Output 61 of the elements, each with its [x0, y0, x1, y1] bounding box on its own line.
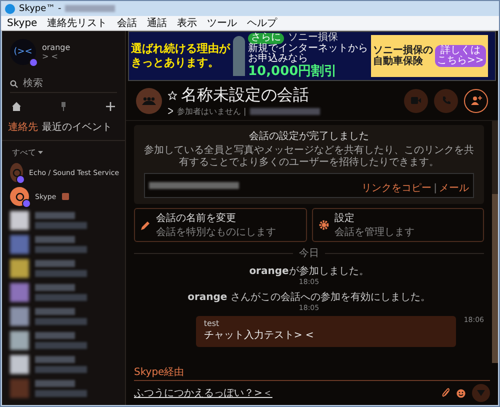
add-icon[interactable] — [106, 102, 115, 111]
profile-mood: > < — [42, 52, 59, 61]
setup-title: 会話の設定が完了しました — [249, 130, 369, 143]
caret-icon — [38, 151, 43, 154]
gear-icon — [318, 220, 328, 230]
search-icon — [10, 80, 18, 88]
photo-placeholder — [233, 36, 245, 76]
conversation-subtitle: 参加者はいません | — [177, 106, 246, 116]
menu-item[interactable]: 通話 — [147, 16, 168, 30]
video-camera-icon — [411, 97, 421, 104]
phone-icon — [442, 96, 450, 105]
blurred-name — [65, 5, 116, 12]
message-sender: test — [204, 319, 220, 328]
menu-item[interactable]: 会話 — [117, 16, 138, 30]
pencil-icon — [141, 220, 150, 230]
rename-button[interactable]: 会話の名前を変更 会話を特別なものにします — [134, 208, 306, 242]
pin-icon[interactable] — [61, 102, 66, 111]
system-message: orange さんがこの会話への参加を有効にしました。 — [188, 290, 430, 304]
paperclip-icon[interactable] — [442, 388, 450, 398]
via-label: Skype経由 — [134, 365, 490, 381]
menu-item[interactable]: Skype — [7, 18, 38, 28]
profile-avatar[interactable]: (>< — [10, 39, 36, 65]
profile-name: orange — [42, 43, 70, 52]
message-text: チャット入力テスト> < — [204, 328, 315, 342]
home-icon[interactable] — [12, 102, 21, 111]
chevron-icon[interactable] — [168, 108, 173, 114]
ad-offer: 10,000円割引 — [248, 64, 338, 79]
send-icon — [477, 389, 485, 397]
settings-button[interactable]: 設定 会話を管理します — [312, 208, 484, 242]
search-field[interactable]: 検索 — [23, 78, 103, 89]
copy-link[interactable]: リンクをコピー — [362, 183, 432, 194]
filter-dropdown[interactable]: すべて — [2, 141, 125, 160]
ad-text: 新規でインターネットから — [248, 44, 368, 54]
menu-item[interactable]: 表示 — [177, 16, 198, 30]
scrollbar-thumb[interactable] — [492, 194, 498, 363]
mail-link[interactable]: メール — [439, 183, 469, 194]
system-message: orangeが参加しました。 — [249, 264, 369, 278]
ad-logo: ソニー損保 — [288, 33, 338, 44]
app-logo-icon — [5, 4, 15, 14]
add-person-icon — [470, 96, 482, 105]
menu-item[interactable]: 連絡先リスト — [47, 16, 108, 30]
tab[interactable]: 連絡先 — [8, 120, 38, 134]
star-icon[interactable] — [168, 90, 177, 100]
link-separator: | — [434, 183, 437, 194]
ad-badge: さらに — [248, 33, 284, 44]
emoji-icon[interactable] — [456, 388, 466, 398]
add-person-button[interactable] — [464, 88, 488, 112]
menu-item[interactable]: ヘルプ — [247, 16, 278, 30]
day-divider: 今日 — [299, 247, 319, 260]
ad-headline: 選ばれ続ける理由が きっとあります。 — [131, 42, 230, 70]
setup-description: 参加している全員と写真やメッセージなどを共有したり、このリンクを共有することでより多くのユーザーを招待したりできます。 — [144, 145, 474, 169]
window-title: Skype™ - — [19, 4, 62, 14]
ad-product: ソニー損保の 自動車保険 — [373, 45, 433, 67]
ad-text: お申込みなら — [248, 54, 308, 64]
ad-cta-button[interactable]: 詳しくは こちら>> — [435, 45, 486, 67]
message-input[interactable]: ふつうにつかえるっぽい？>＜ — [134, 388, 436, 398]
people-icon — [142, 96, 156, 104]
conversation-title: 名称未設定の会話 — [181, 84, 309, 106]
link-field[interactable]: リンクをコピー | メール — [144, 173, 474, 198]
tab[interactable]: 最近のイベント — [42, 120, 112, 134]
menu-item[interactable]: ツール — [207, 16, 238, 30]
